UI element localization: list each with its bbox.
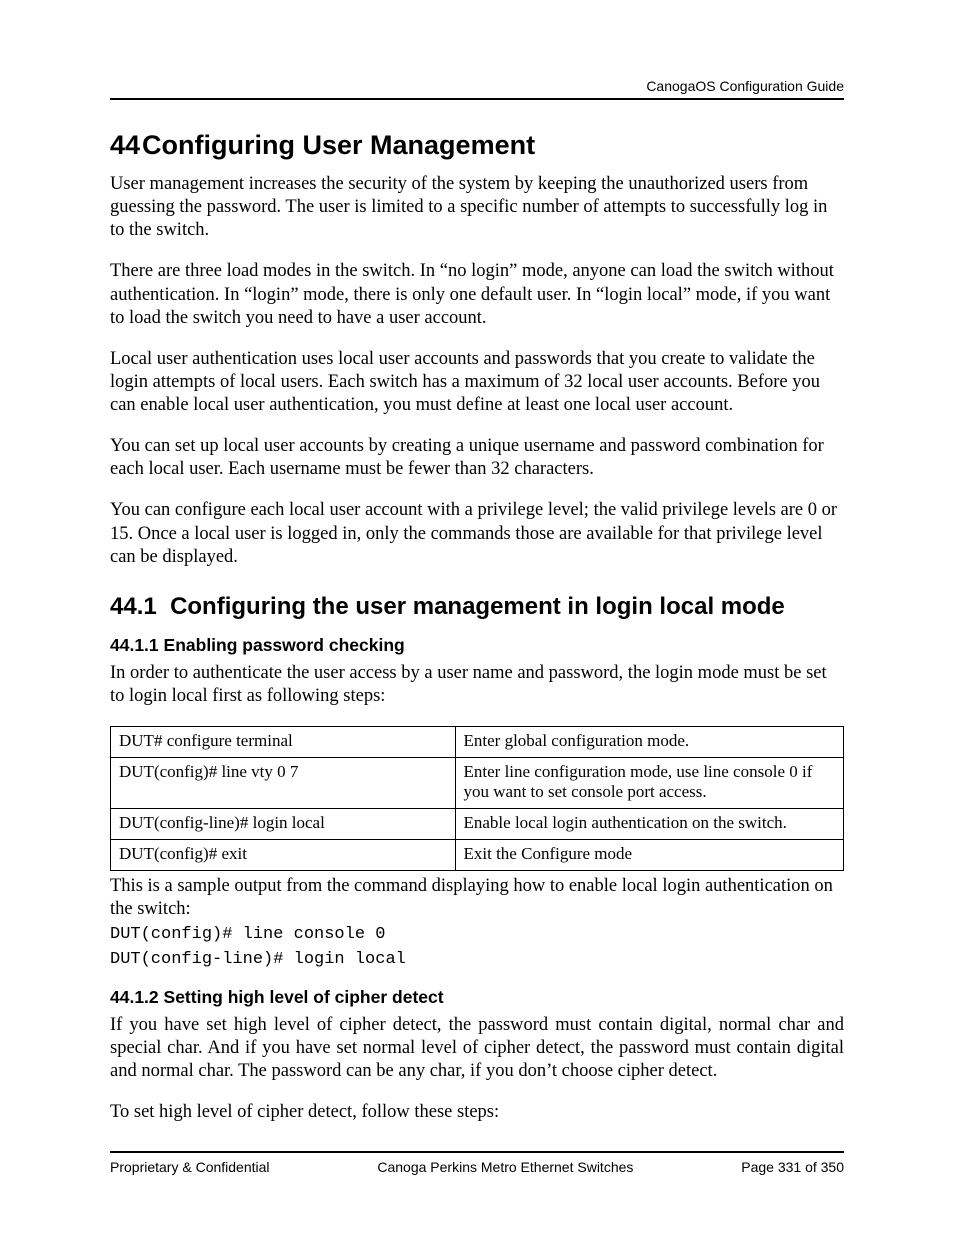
footer-right: Page 331 of 350 xyxy=(741,1159,844,1175)
header-doc-title: CanogaOS Configuration Guide xyxy=(110,78,844,94)
chapter-number: 44 xyxy=(110,130,140,160)
chapter-paragraph: There are three load modes in the switch… xyxy=(110,260,844,329)
page: CanogaOS Configuration Guide 44Configuri… xyxy=(0,0,954,1235)
desc-cell: Enter line configuration mode, use line … xyxy=(455,758,844,809)
page-footer: Proprietary & Confidential Canoga Perkin… xyxy=(110,1151,844,1175)
footer-left: Proprietary & Confidential xyxy=(110,1159,270,1175)
table-row: DUT(config)# exit Exit the Configure mod… xyxy=(111,840,844,871)
section-heading: 44.1 Configuring the user management in … xyxy=(110,593,844,621)
cmd-cell: DUT(config)# line vty 0 7 xyxy=(111,758,456,809)
desc-cell: Enter global configuration mode. xyxy=(455,727,844,758)
section-number: 44.1 xyxy=(110,593,157,620)
cmd-cell: DUT# configure terminal xyxy=(111,727,456,758)
footer-rule xyxy=(110,1151,844,1153)
desc-cell: Enable local login authentication on the… xyxy=(455,809,844,840)
subsection-paragraph: If you have set high level of cipher det… xyxy=(110,1014,844,1083)
desc-cell: Exit the Configure mode xyxy=(455,840,844,871)
chapter-title: Configuring User Management xyxy=(142,130,535,160)
subsection-number: 44.1.2 xyxy=(110,987,159,1007)
table-row: DUT(config-line)# login local Enable loc… xyxy=(111,809,844,840)
subsection-title: Setting high level of cipher detect xyxy=(164,987,444,1007)
chapter-paragraph: Local user authentication uses local use… xyxy=(110,348,844,417)
subsection-paragraph: To set high level of cipher detect, foll… xyxy=(110,1101,844,1124)
cmd-cell: DUT(config)# exit xyxy=(111,840,456,871)
chapter-heading: 44Configuring User Management xyxy=(110,130,844,161)
header-rule xyxy=(110,98,844,100)
code-sample: DUT(config)# line console 0 DUT(config-l… xyxy=(110,923,844,972)
subsection-title: Enabling password checking xyxy=(164,635,405,655)
footer-center: Canoga Perkins Metro Ethernet Switches xyxy=(377,1159,633,1175)
chapter-paragraph: User management increases the security o… xyxy=(110,173,844,242)
subsection-heading: 44.1.1 Enabling password checking xyxy=(110,635,844,656)
subsection-intro: In order to authenticate the user access… xyxy=(110,662,844,708)
command-table: DUT# configure terminal Enter global con… xyxy=(110,726,844,871)
subsection-heading: 44.1.2 Setting high level of cipher dete… xyxy=(110,987,844,1008)
chapter-paragraph: You can configure each local user accoun… xyxy=(110,499,844,568)
subsection-number: 44.1.1 xyxy=(110,635,159,655)
table-row: DUT# configure terminal Enter global con… xyxy=(111,727,844,758)
table-row: DUT(config)# line vty 0 7 Enter line con… xyxy=(111,758,844,809)
after-table-text: This is a sample output from the command… xyxy=(110,875,844,921)
cmd-cell: DUT(config-line)# login local xyxy=(111,809,456,840)
section-title: Configuring the user management in login… xyxy=(170,593,785,620)
chapter-paragraph: You can set up local user accounts by cr… xyxy=(110,435,844,481)
